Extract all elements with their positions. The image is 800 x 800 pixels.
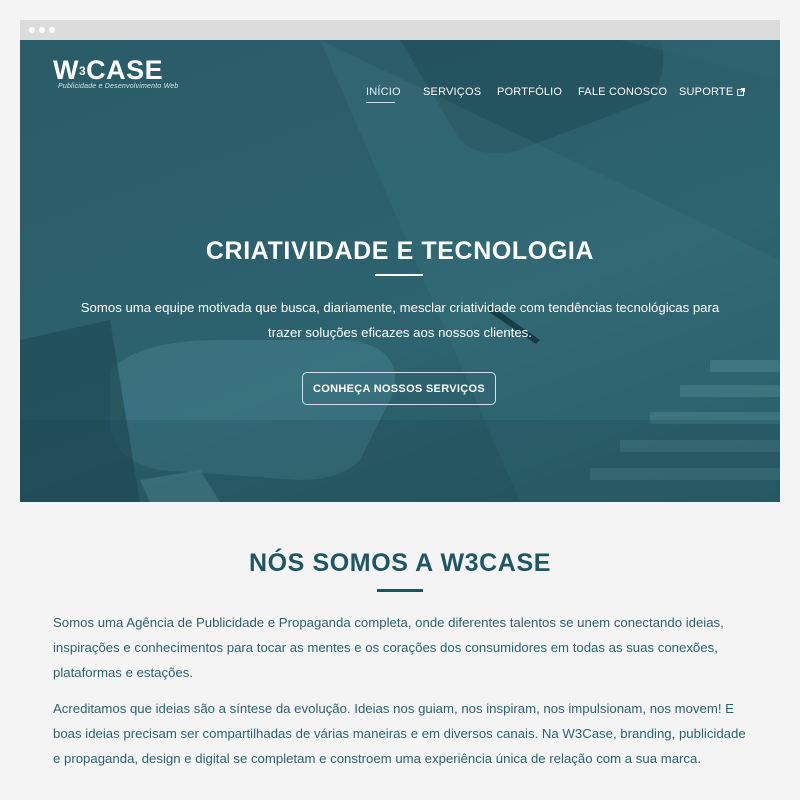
- hero-background-image: [20, 40, 780, 502]
- window-control-dot[interactable]: [49, 27, 55, 33]
- paragraph-line: e propaganda, design e digital se comple…: [53, 751, 702, 766]
- hero-description-line: trazer soluções eficazes aos nossos clie…: [268, 325, 532, 340]
- about-paragraph-1: Somos uma Agência de Publicidade e Propa…: [53, 610, 753, 685]
- about-divider: [377, 589, 423, 592]
- logo-wordmark: W3CASE: [53, 55, 164, 85]
- nav-item-servicos[interactable]: SERVIÇOS: [423, 86, 481, 98]
- paragraph-line: Acreditamos que ideias são a síntese da …: [53, 701, 734, 716]
- hero-description-line: Somos uma equipe motivada que busca, dia…: [80, 300, 720, 315]
- nav-active-underline: [366, 102, 395, 103]
- about-section-title: NÓS SOMOS A W3CASE: [248, 549, 552, 577]
- external-link-icon: [737, 88, 746, 96]
- nav-item-suporte[interactable]: SUPORTE: [679, 86, 746, 98]
- nav-item-inicio[interactable]: INÍCIO: [366, 86, 401, 98]
- nav-item-fale-conosco[interactable]: FALE CONOSCO: [578, 86, 667, 98]
- paragraph-line: boas ideias precisam ser compartilhadas …: [53, 726, 746, 741]
- hero-section: W3CASE Publicidade e Desenvolvimento Web…: [20, 40, 780, 502]
- paragraph-line: inspirações e conhecimentos para tocar a…: [53, 640, 718, 655]
- hero-description: Somos uma equipe motivada que busca, dia…: [60, 295, 740, 345]
- window-control-dot[interactable]: [39, 27, 45, 33]
- hero-title: CRIATIVIDADE E TECNOLOGIA: [205, 237, 595, 265]
- services-cta-button[interactable]: CONHEÇA NOSSOS SERVIÇOS: [302, 372, 496, 405]
- nav-item-portfolio[interactable]: PORTFÓLIO: [497, 86, 562, 98]
- paragraph-line: plataformas e estações.: [53, 665, 194, 680]
- window-titlebar: [20, 20, 780, 40]
- hero-divider: [375, 274, 423, 276]
- window-control-dot[interactable]: [29, 27, 35, 33]
- paragraph-line: Somos uma Agência de Publicidade e Propa…: [53, 615, 724, 630]
- about-paragraph-2: Acreditamos que ideias são a síntese da …: [53, 696, 753, 771]
- browser-window: W3CASE Publicidade e Desenvolvimento Web…: [20, 20, 780, 780]
- nav-item-suporte-label: SUPORTE: [679, 86, 734, 98]
- main-navigation: INÍCIO SERVIÇOS PORTFÓLIO FALE CONOSCO S…: [20, 86, 780, 106]
